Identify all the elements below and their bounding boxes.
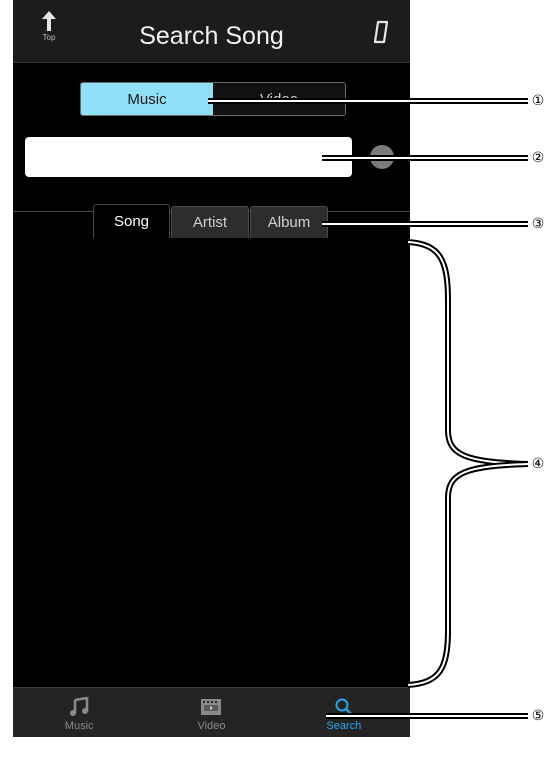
callout-2: ②	[531, 150, 545, 166]
callout-lines	[208, 98, 529, 719]
callout-5: ⑤	[531, 708, 545, 724]
callout-1: ①	[531, 93, 545, 109]
callout-4: ④	[531, 456, 545, 472]
callout-3: ③	[531, 216, 545, 232]
tab-song[interactable]: Song	[93, 204, 170, 238]
